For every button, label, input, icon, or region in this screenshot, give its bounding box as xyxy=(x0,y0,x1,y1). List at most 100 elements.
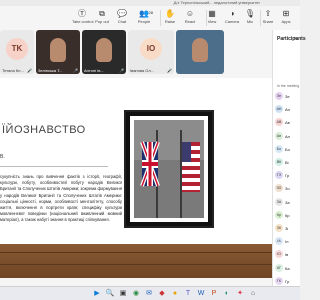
avatar: КГ xyxy=(275,263,283,272)
uk-us-flags-illustration xyxy=(134,120,204,218)
participant-row[interactable]: ЗА За xyxy=(275,197,301,208)
toolbar-button-label: Take control xyxy=(72,19,94,24)
video-tile[interactable] xyxy=(176,30,224,74)
video-tile[interactable]: Антоні Ів... 🎤 xyxy=(82,30,126,74)
toolbar-button-apps[interactable]: ⊞ Apps xyxy=(276,9,296,29)
flags-photo xyxy=(134,120,204,218)
participant-name: Ав xyxy=(285,120,290,126)
powerpoint-icon[interactable]: P xyxy=(209,289,219,299)
app4-icon[interactable]: ⌂ xyxy=(248,289,258,299)
avatar: Ан xyxy=(275,131,283,140)
toolbar-button-label: Apps xyxy=(281,19,291,24)
participant-row[interactable]: Зе Зе xyxy=(275,92,301,102)
toolbar-button-share[interactable]: ⇪ Share xyxy=(258,9,278,29)
app3-icon[interactable]: ✦ xyxy=(235,289,245,299)
toolbar-button-view[interactable]: ▦ View xyxy=(202,9,222,29)
participant-name: Кр xyxy=(285,212,290,218)
avatar: ГК xyxy=(275,276,283,285)
avatar: Бо xyxy=(275,144,283,153)
pop-out-icon: ⧉ xyxy=(99,9,105,18)
participant-name: Зе xyxy=(285,94,290,99)
avatar: ІО xyxy=(275,250,283,259)
participant-avatar: IO xyxy=(140,38,162,60)
participant-row[interactable]: АВ Ав xyxy=(275,118,301,128)
toolbar-button-label: View xyxy=(207,19,217,24)
participant-video-feed xyxy=(96,38,112,62)
mic-muted-icon: 🎤 xyxy=(73,68,78,73)
participant-count-badge: 28 xyxy=(148,10,153,15)
react-icon: ☺ xyxy=(185,9,195,18)
toolbar-button-label: Mic xyxy=(246,19,254,24)
participant-name: Гр xyxy=(285,278,290,284)
mail-icon[interactable]: ✉ xyxy=(144,289,154,299)
avatar: ЗО xyxy=(275,184,283,193)
toolbar-button-raise[interactable]: ✋ Raise xyxy=(160,9,180,29)
avatar: Зе xyxy=(275,92,283,100)
participant-row[interactable]: ВК Ві xyxy=(275,158,301,168)
participant-row[interactable]: ЗК Зі xyxy=(275,224,301,234)
toolbar-separator xyxy=(160,10,161,26)
avatar: ВК xyxy=(275,158,283,166)
avatar: ГЗ xyxy=(275,171,283,180)
participant-name: Тетяна Кл... xyxy=(2,68,24,73)
toolbar-button-pop-out[interactable]: ⧉ Pop out xyxy=(92,9,112,29)
in-meeting-section-label: In the meeting xyxy=(277,84,300,88)
participant-row[interactable]: Бо Бо xyxy=(275,144,301,155)
share-icon: ⇪ xyxy=(264,9,272,18)
toolbar-button-take-control[interactable]: Ⓣ Take control xyxy=(72,9,94,29)
avatar: ІА xyxy=(275,237,283,246)
participant-row[interactable]: Ан Ан xyxy=(275,131,301,142)
participant-row[interactable]: ІА Іл xyxy=(275,237,301,247)
participant-name: Зелінська Т... xyxy=(38,68,63,73)
slide-title: ЇЙОЗНАВСТВО xyxy=(2,124,86,136)
participant-row[interactable]: ГЗ Гр xyxy=(275,171,301,181)
participant-video-feed xyxy=(50,38,66,62)
participant-row[interactable]: ІО Ів xyxy=(275,250,301,260)
video-tile[interactable]: Зелінська Т... 🎤 xyxy=(36,30,80,74)
participant-row[interactable]: АН Ан xyxy=(275,105,301,115)
avatar: Кр xyxy=(275,210,283,219)
participant-name: Зі xyxy=(285,226,289,231)
participant-name: Іл xyxy=(285,239,289,245)
windows-taskbar: ▶ 🔍 ▣ ◉ ✉ ◆ ● T W P ◐ ✦ ⌂ xyxy=(0,286,300,300)
participant-name: Зо xyxy=(285,186,290,192)
toolbar-button-chat[interactable]: 💬 Chat xyxy=(112,9,132,29)
slide-floor-image xyxy=(0,244,272,278)
toolbar-button-mic[interactable]: 🎙 Mic xyxy=(240,9,260,29)
flag-picture-frame xyxy=(124,110,214,228)
view-icon: ▦ xyxy=(208,9,216,18)
mic-icon: 🎙 xyxy=(244,9,256,18)
participant-name: Гр xyxy=(285,173,290,179)
app-icon[interactable]: ◆ xyxy=(157,289,167,299)
media-icon[interactable]: ▶ xyxy=(92,289,102,299)
app2-icon[interactable]: ◐ xyxy=(222,289,232,299)
browser-icon[interactable]: ◉ xyxy=(131,289,141,299)
teams-icon[interactable]: T xyxy=(183,289,193,299)
toolbar-button-react[interactable]: ☺ React xyxy=(180,9,200,29)
mic-muted-icon: 🎤 xyxy=(119,68,124,73)
video-tile[interactable]: IO Іванова Ол... 🎤 xyxy=(128,30,174,74)
chrome-icon[interactable]: ● xyxy=(170,289,180,299)
search-icon[interactable]: 🔍 xyxy=(105,289,115,299)
toolbar-button-label: Pop out xyxy=(95,19,109,24)
video-tile[interactable]: TK Тетяна Кл... 🎤 xyxy=(0,30,34,74)
shared-slide: ЇЙОЗНАВСТВО В. сукупність знань про вивч… xyxy=(0,78,272,278)
participant-name: Ан xyxy=(285,107,290,113)
toolbar-button-label: Raise xyxy=(164,19,176,24)
participant-row[interactable]: ЗО Зо xyxy=(275,184,301,194)
close-icon[interactable]: ✕ xyxy=(294,36,298,42)
slide-divider xyxy=(0,166,108,167)
toolbar-button-camera[interactable]: ◑ Camera xyxy=(222,9,242,29)
task-view-icon[interactable]: ▣ xyxy=(118,289,128,299)
word-icon[interactable]: W xyxy=(196,289,206,299)
toolbar-separator xyxy=(206,10,207,26)
camera-icon: ◑ xyxy=(229,9,235,18)
participant-name: Ів xyxy=(285,252,289,258)
participants-panel: Participants ✕ In the meeting Зе Зе АН Ан АВ… xyxy=(272,30,306,292)
participants-title: Participants xyxy=(277,36,306,42)
participant-row[interactable]: КГ Ка xyxy=(275,263,301,274)
toolbar-button-people[interactable]: 👥 People 28 xyxy=(134,9,154,29)
participant-name: Антоні Ів... xyxy=(84,68,104,73)
avatar: АН xyxy=(275,105,283,114)
participant-row[interactable]: Кр Кр xyxy=(275,210,301,221)
